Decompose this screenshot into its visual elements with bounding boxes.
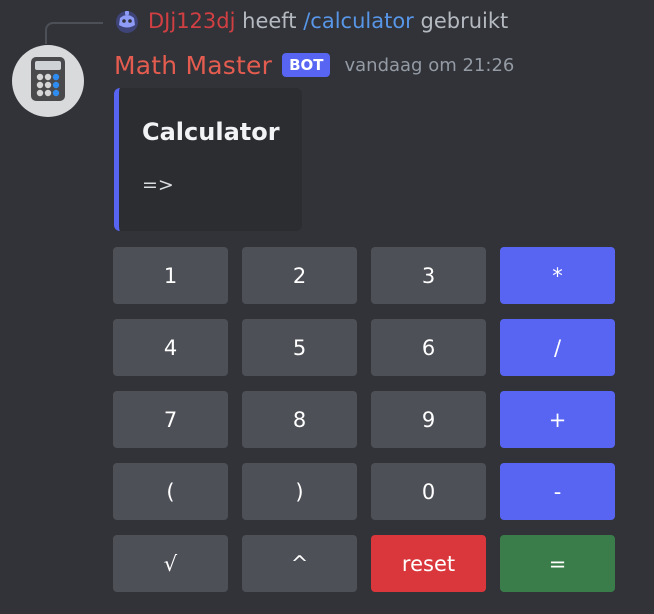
message-header: Math Master BOT vandaag om 21:26 (114, 48, 514, 82)
key-5[interactable]: 5 (242, 319, 357, 376)
key-1[interactable]: 1 (113, 247, 228, 304)
bot-tag: BOT (282, 53, 331, 77)
embed-description: => (142, 174, 174, 196)
key-8[interactable]: 8 (242, 391, 357, 448)
reply-text-after: gebruikt (413, 9, 509, 33)
key-sqrt[interactable]: √ (113, 535, 228, 592)
key-multiply[interactable]: * (500, 247, 615, 304)
key-7[interactable]: 7 (113, 391, 228, 448)
discord-bot-icon (114, 8, 140, 34)
reset-button[interactable]: reset (371, 535, 486, 592)
embed: Calculator => (114, 88, 302, 231)
message-container: DJj123dj heeft /calculator gebruikt Math… (0, 0, 654, 614)
key-6[interactable]: 6 (371, 319, 486, 376)
calculator-icon (31, 57, 65, 105)
key-open-paren[interactable]: ( (113, 463, 228, 520)
calculator-keypad: 1 2 3 * 4 5 6 / 7 8 9 + ( ) 0 - √ ^ rese… (113, 247, 615, 592)
key-9[interactable]: 9 (371, 391, 486, 448)
reply-text-before: heeft (235, 9, 304, 33)
key-subtract[interactable]: - (500, 463, 615, 520)
reply-username[interactable]: DJj123dj (148, 9, 235, 33)
key-power[interactable]: ^ (242, 535, 357, 592)
reply-spine (45, 22, 103, 44)
key-close-paren[interactable]: ) (242, 463, 357, 520)
avatar[interactable] (12, 45, 84, 117)
key-3[interactable]: 3 (371, 247, 486, 304)
key-2[interactable]: 2 (242, 247, 357, 304)
embed-title: Calculator (142, 118, 280, 146)
key-4[interactable]: 4 (113, 319, 228, 376)
reply-command[interactable]: /calculator (303, 9, 414, 33)
key-add[interactable]: + (500, 391, 615, 448)
key-0[interactable]: 0 (371, 463, 486, 520)
author-name[interactable]: Math Master (114, 51, 272, 80)
key-divide[interactable]: / (500, 319, 615, 376)
equals-button[interactable]: = (500, 535, 615, 592)
timestamp: vandaag om 21:26 (344, 54, 515, 76)
reply-reference[interactable]: DJj123dj heeft /calculator gebruikt (114, 6, 508, 36)
